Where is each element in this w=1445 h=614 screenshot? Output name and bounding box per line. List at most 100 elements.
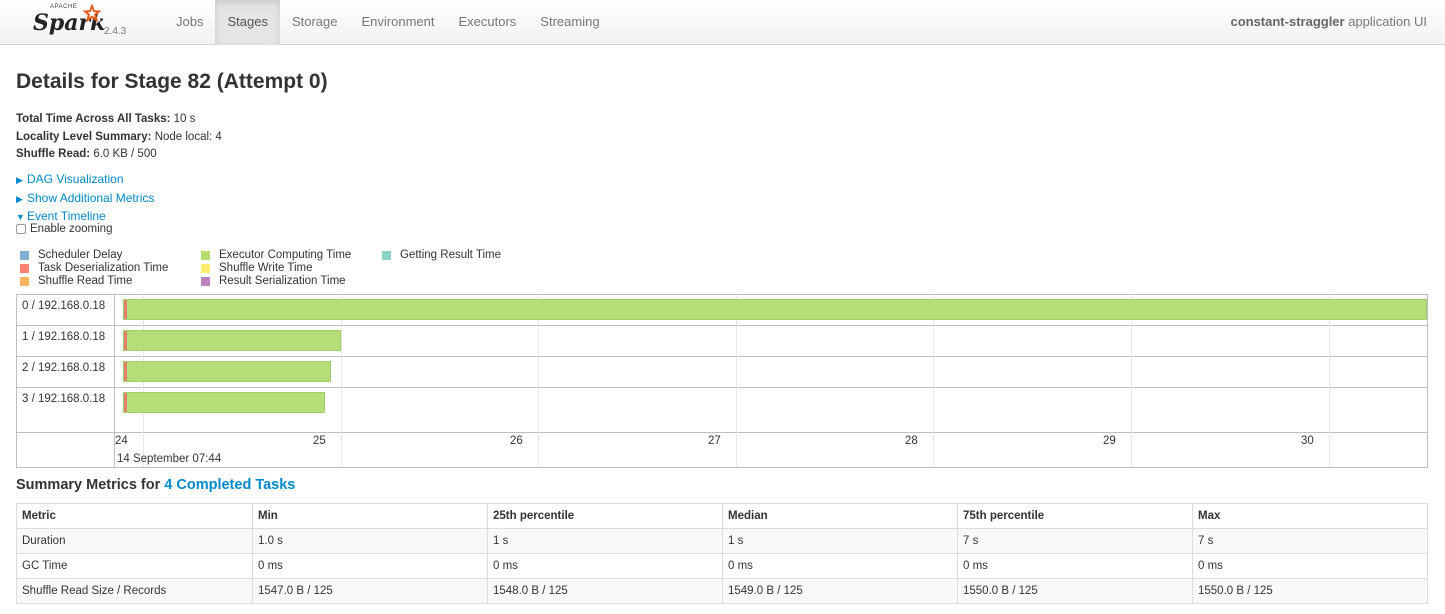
row-divider	[17, 356, 1427, 357]
task-deserialization-segment	[124, 393, 127, 412]
summary-metrics-table: Metric Min 25th percentile Median 75th p…	[16, 503, 1428, 604]
metric-value: 1548.0 B / 125	[487, 578, 723, 604]
completed-tasks-link[interactable]: 4 Completed Tasks	[164, 477, 295, 493]
table-row: GC Time 0 ms 0 ms 0 ms 0 ms 0 ms	[16, 553, 1428, 579]
additional-metrics-toggle[interactable]: ▶ Show Additional Metrics	[16, 190, 154, 209]
task-deserialization-segment	[124, 331, 127, 350]
metric-value: 0 ms	[722, 553, 958, 579]
legend-item: Task Deserialization Time	[20, 262, 168, 275]
nav-executors[interactable]: Executors	[446, 0, 528, 45]
metric-value: 0 ms	[487, 553, 723, 579]
timeline-tick-label: 28	[905, 435, 918, 447]
column-header-p25[interactable]: 25th percentile	[487, 503, 723, 529]
top-navbar: APACHE Spark 2.4.3 Jobs Stages Storage E…	[0, 0, 1445, 45]
timeline-tick-label: 30	[1301, 435, 1314, 447]
metric-value: 0 ms	[1192, 553, 1428, 579]
timeline-row-label: 0 / 192.168.0.18	[22, 300, 106, 312]
legend-label: Shuffle Read Time	[38, 275, 133, 287]
legend-item: Getting Result Time	[382, 249, 501, 262]
main-nav: Jobs Stages Storage Environment Executor…	[164, 0, 612, 45]
dag-visualization-toggle[interactable]: ▶ DAG Visualization	[16, 171, 154, 190]
metric-value: 0 ms	[957, 553, 1193, 579]
timeline-gridline	[933, 295, 934, 467]
timeline-tick-label: 29	[1103, 435, 1116, 447]
executor-computing-swatch	[201, 251, 210, 260]
timeline-gridline	[1329, 295, 1330, 467]
enable-zooming-checkbox[interactable]	[16, 224, 26, 234]
result-serialization-swatch	[201, 277, 210, 286]
legend-item: Scheduler Delay	[20, 249, 168, 262]
summary-locality: Locality Level Summary: Node local: 4	[16, 129, 222, 147]
timeline-tick-label: 27	[708, 435, 721, 447]
legend-item: Result Serialization Time	[201, 275, 351, 288]
timeline-tick-label: 26	[510, 435, 523, 447]
legend-column: Executor Computing Time Shuffle Write Ti…	[201, 249, 351, 288]
timeline-tick-label: 25	[313, 435, 326, 447]
column-header-p75[interactable]: 75th percentile	[957, 503, 1193, 529]
legend-label: Shuffle Write Time	[219, 262, 313, 274]
timeline-row-label: 3 / 192.168.0.18	[22, 393, 106, 405]
column-header-min[interactable]: Min	[252, 503, 488, 529]
metric-name: GC Time	[16, 553, 253, 579]
enable-zooming-control[interactable]: Enable zooming	[16, 223, 112, 235]
legend-label: Getting Result Time	[400, 249, 501, 261]
metric-value: 0 ms	[252, 553, 488, 579]
task-bar[interactable]	[123, 392, 325, 413]
task-bar[interactable]	[123, 330, 341, 351]
column-header-median[interactable]: Median	[722, 503, 958, 529]
row-divider	[17, 325, 1427, 326]
page-title: Details for Stage 82 (Attempt 0)	[16, 70, 328, 93]
timeline-tick-label: 24	[115, 435, 128, 447]
metric-name: Shuffle Read Size / Records	[16, 578, 253, 604]
spark-logo[interactable]: APACHE Spark 2.4.3	[30, 3, 140, 43]
metric-value: 1549.0 B / 125	[722, 578, 958, 604]
task-deserialization-segment	[124, 362, 127, 381]
axis-divider	[17, 432, 1427, 433]
metric-value: 1550.0 B / 125	[1192, 578, 1428, 604]
section-toggles: ▶ DAG Visualization ▶ Show Additional Metr…	[16, 171, 154, 227]
summary-total-time: Total Time Across All Tasks: 10 s	[16, 111, 222, 129]
timeline-row-label: 1 / 192.168.0.18	[22, 331, 106, 343]
metric-value: 1 s	[722, 528, 958, 554]
nav-storage[interactable]: Storage	[280, 0, 350, 45]
summary-value: 6.0 KB / 500	[90, 148, 157, 160]
timeline-row-label: 2 / 192.168.0.18	[22, 362, 106, 374]
metrics-title-prefix: Summary Metrics for	[16, 477, 165, 493]
timeline-date-label: 14 September 07:44	[117, 453, 222, 465]
metric-value: 1.0 s	[252, 528, 488, 554]
scheduler-delay-swatch	[20, 251, 29, 260]
nav-streaming[interactable]: Streaming	[528, 0, 611, 45]
event-timeline[interactable]: 0 / 192.168.0.18 1 / 192.168.0.18 2 / 19…	[16, 294, 1428, 468]
metric-name: Duration	[16, 528, 253, 554]
legend-label: Scheduler Delay	[38, 249, 123, 261]
row-divider	[17, 387, 1427, 388]
toggle-label: Show Additional Metrics	[27, 190, 155, 205]
summary-shuffle-read: Shuffle Read: 6.0 KB / 500	[16, 146, 222, 164]
caret-right-icon: ▶	[16, 175, 23, 185]
shuffle-write-swatch	[201, 264, 210, 273]
task-bar[interactable]	[123, 361, 331, 382]
nav-stages[interactable]: Stages	[215, 0, 280, 45]
metric-value: 1 s	[487, 528, 723, 554]
enable-zooming-label: Enable zooming	[30, 223, 113, 235]
legend-item: Shuffle Read Time	[20, 275, 168, 288]
caret-right-icon: ▶	[16, 193, 23, 204]
metric-value: 7 s	[957, 528, 1193, 554]
spark-star-icon	[82, 3, 102, 23]
legend-column: Scheduler Delay Task Deserialization Tim…	[20, 249, 168, 288]
nav-jobs[interactable]: Jobs	[164, 0, 215, 45]
app-name-strong: constant-straggler	[1230, 14, 1345, 29]
stage-summary: Total Time Across All Tasks: 10 s Locali…	[16, 111, 222, 164]
nav-environment[interactable]: Environment	[350, 0, 447, 45]
legend-label: Result Serialization Time	[219, 275, 346, 287]
spark-version: 2.4.3	[104, 26, 127, 37]
column-header-max[interactable]: Max	[1192, 503, 1428, 529]
timeline-gridline	[1131, 295, 1132, 467]
summary-metrics-title: Summary Metrics for 4 Completed Tasks	[16, 477, 295, 493]
timeline-labels-column: 0 / 192.168.0.18 1 / 192.168.0.18 2 / 19…	[17, 295, 115, 467]
summary-value: Node local: 4	[151, 130, 222, 143]
legend-item: Executor Computing Time	[201, 249, 351, 262]
task-bar[interactable]	[123, 299, 1427, 320]
column-header-metric[interactable]: Metric	[16, 503, 253, 529]
task-deserialization-segment	[124, 300, 127, 319]
